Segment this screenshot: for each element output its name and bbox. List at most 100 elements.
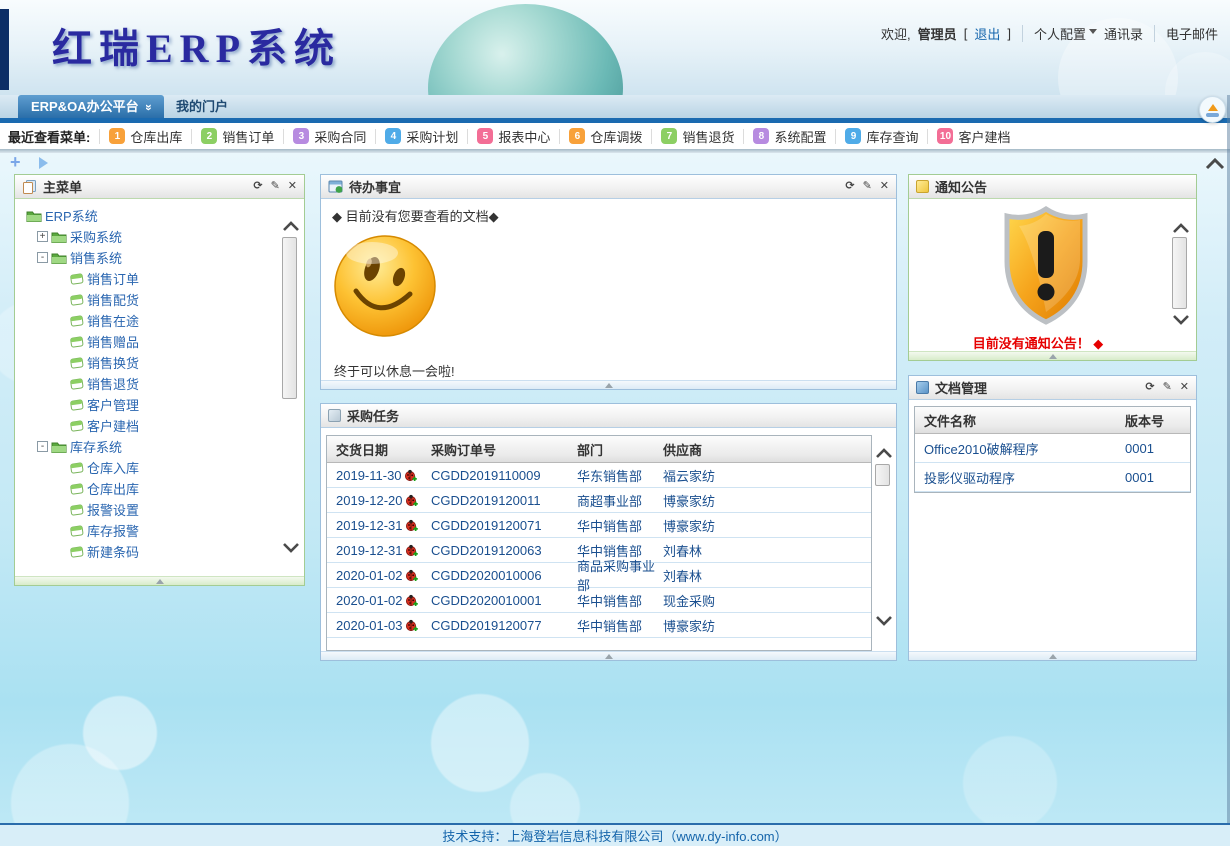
- quick-menu-item[interactable]: 4 采购计划: [385, 127, 458, 146]
- delivery-date-cell: 2020-01-02: [327, 593, 431, 608]
- quick-menu-item[interactable]: 3 采购合同: [293, 127, 366, 146]
- tree-node[interactable]: - 库存系统: [24, 436, 276, 457]
- menu-leaf-icon: [70, 482, 84, 495]
- purchase-row[interactable]: 2020-01-02 CGDD2020010006 商品采购事业部 刘春林: [327, 563, 871, 588]
- tab-erp-oa-platform[interactable]: ERP&OA办公平台»: [18, 95, 164, 118]
- notice-scrollbar-thumb[interactable]: [1172, 237, 1187, 309]
- supplier-cell: 刘春林: [663, 541, 871, 560]
- task-form-icon: [328, 179, 343, 194]
- quick-menu-item[interactable]: 2 销售订单: [201, 127, 274, 146]
- table-scrollbar-thumb[interactable]: [875, 464, 890, 486]
- smiley-face-image: [332, 233, 438, 344]
- purchase-row[interactable]: 2020-01-03 CGDD2019120077 华中销售部 博豪家纺: [327, 613, 871, 638]
- personal-config-menu[interactable]: 个人配置: [1034, 24, 1097, 43]
- document-row[interactable]: Office2010破解程序 0001: [915, 434, 1190, 463]
- tree-node[interactable]: 销售配货: [24, 289, 276, 310]
- logout-link[interactable]: 退出: [974, 24, 1000, 43]
- quick-menu-item[interactable]: 7 销售退货: [661, 127, 734, 146]
- panel-collapse-handle[interactable]: [15, 576, 304, 585]
- purchase-row[interactable]: 2019-12-31 CGDD2019120071 华中销售部 博豪家纺: [327, 513, 871, 538]
- globe-decoration: [428, 4, 623, 95]
- notice-scroll-down-icon[interactable]: [1171, 313, 1191, 331]
- tree-scroll-up-icon[interactable]: [281, 219, 301, 237]
- tree-node-root[interactable]: ERP系统: [24, 205, 276, 226]
- close-icon[interactable]: ✕: [1180, 382, 1189, 393]
- panel-collapse-handle[interactable]: [909, 651, 1196, 660]
- quick-menu-item[interactable]: 6 仓库调拨: [569, 127, 642, 146]
- refresh-icon[interactable]: ⟳: [845, 181, 854, 192]
- purchase-row[interactable]: 2019-12-20 CGDD2019120011 商超事业部 博豪家纺: [327, 488, 871, 513]
- ladybug-icon: [405, 619, 418, 632]
- menu-leaf-icon: [70, 419, 84, 432]
- department-cell: 华中销售部: [577, 516, 663, 535]
- quick-menu-item[interactable]: 8 系统配置: [753, 127, 826, 146]
- divider: [927, 129, 928, 144]
- tree-node[interactable]: 销售换货: [24, 352, 276, 373]
- quick-menu-item[interactable]: 1 仓库出库: [109, 127, 182, 146]
- tree-node[interactable]: 销售赠品: [24, 331, 276, 352]
- chevron-down-icon: [1089, 29, 1097, 38]
- tree-node-label: 采购系统: [70, 227, 122, 246]
- table-scroll-up-icon[interactable]: [874, 446, 894, 464]
- contacts-link[interactable]: 通讯录: [1104, 24, 1143, 43]
- quick-menu-number-badge: 3: [293, 128, 309, 144]
- divider: [559, 129, 560, 144]
- expand-arrow-icon[interactable]: [39, 157, 48, 169]
- tree-toggle-icon[interactable]: -: [37, 252, 48, 263]
- panel-main-menu: 主菜单 ⟳ ✎ ✕ ERP系统 +: [14, 174, 305, 586]
- edit-icon[interactable]: ✎: [1163, 382, 1172, 393]
- page-scroll-up-icon[interactable]: [1204, 156, 1226, 175]
- panel-collapse-handle[interactable]: [909, 351, 1196, 360]
- page-footer: 技术支持：上海登岩信息科技有限公司（www.dy-info.com）: [0, 823, 1230, 846]
- tree-node[interactable]: 库存报警: [24, 520, 276, 541]
- order-number-cell: CGDD2019120077: [431, 618, 577, 633]
- quick-menu-item[interactable]: 5 报表中心: [477, 127, 550, 146]
- tree-node[interactable]: 销售在途: [24, 310, 276, 331]
- tab-my-portal[interactable]: 我的门户: [163, 95, 241, 118]
- purchase-table: 交货日期 采购订单号 部门 供应商 2019-11-30 CGDD2019110…: [326, 435, 872, 651]
- tree-node[interactable]: 仓库出库: [24, 478, 276, 499]
- close-icon[interactable]: ✕: [880, 181, 889, 192]
- document-row[interactable]: 投影仪驱动程序 0001: [915, 463, 1190, 492]
- tree-node[interactable]: 报警设置: [24, 499, 276, 520]
- tree-node[interactable]: 客户建档: [24, 415, 276, 436]
- refresh-icon[interactable]: ⟳: [1145, 382, 1154, 393]
- purchase-row[interactable]: 2020-01-02 CGDD2020010001 华中销售部 现金采购: [327, 588, 871, 613]
- documents-table-header: 文件名称 版本号: [915, 407, 1190, 434]
- tree-node[interactable]: 新建条码: [24, 541, 276, 562]
- quick-menu-item-label: 采购合同: [314, 127, 366, 146]
- tree-toggle-icon[interactable]: -: [37, 441, 48, 452]
- quick-menu-item[interactable]: 9 库存查询: [845, 127, 918, 146]
- tree-node[interactable]: 销售订单: [24, 268, 276, 289]
- welcome-text: 欢迎,: [881, 24, 911, 43]
- bracket: ]: [1007, 26, 1011, 41]
- tree-toggle-icon[interactable]: +: [37, 231, 48, 242]
- tree-node[interactable]: + 采购系统: [24, 226, 276, 247]
- panel-collapse-handle[interactable]: [321, 651, 896, 660]
- tree-node[interactable]: - 销售系统: [24, 247, 276, 268]
- tree-scroll-down-icon[interactable]: [281, 541, 301, 559]
- table-scroll-down-icon[interactable]: [874, 614, 894, 632]
- collapse-header-button[interactable]: [1199, 96, 1226, 123]
- panel-collapse-handle[interactable]: [321, 380, 896, 389]
- tab-chevron-icon[interactable]: »: [136, 104, 159, 111]
- refresh-icon[interactable]: ⟳: [253, 181, 262, 192]
- tree-node[interactable]: 销售退货: [24, 373, 276, 394]
- edit-icon[interactable]: ✎: [863, 181, 872, 192]
- supplier-cell: 现金采购: [663, 591, 871, 610]
- username: 管理员: [918, 24, 957, 43]
- tree-node-label: 仓库出库: [87, 479, 139, 498]
- edit-icon[interactable]: ✎: [271, 181, 280, 192]
- panel-notice: 通知公告 目前没有通知公告！ ◆: [908, 174, 1197, 361]
- panel-main-menu-header: 主菜单 ⟳ ✎ ✕: [15, 175, 304, 199]
- purchase-row[interactable]: 2019-11-30 CGDD2019110009 华东销售部 福云家纺: [327, 463, 871, 488]
- quick-menu-number-badge: 9: [845, 128, 861, 144]
- tree-node[interactable]: 客户管理: [24, 394, 276, 415]
- tree-node[interactable]: 仓库入库: [24, 457, 276, 478]
- tree-scrollbar-thumb[interactable]: [282, 237, 297, 399]
- add-portlet-icon[interactable]: +: [10, 152, 21, 173]
- menu-leaf-icon: [70, 503, 84, 516]
- email-link[interactable]: 电子邮件: [1166, 24, 1218, 43]
- close-icon[interactable]: ✕: [288, 181, 297, 192]
- quick-menu-item[interactable]: 10 客户建档: [937, 127, 1010, 146]
